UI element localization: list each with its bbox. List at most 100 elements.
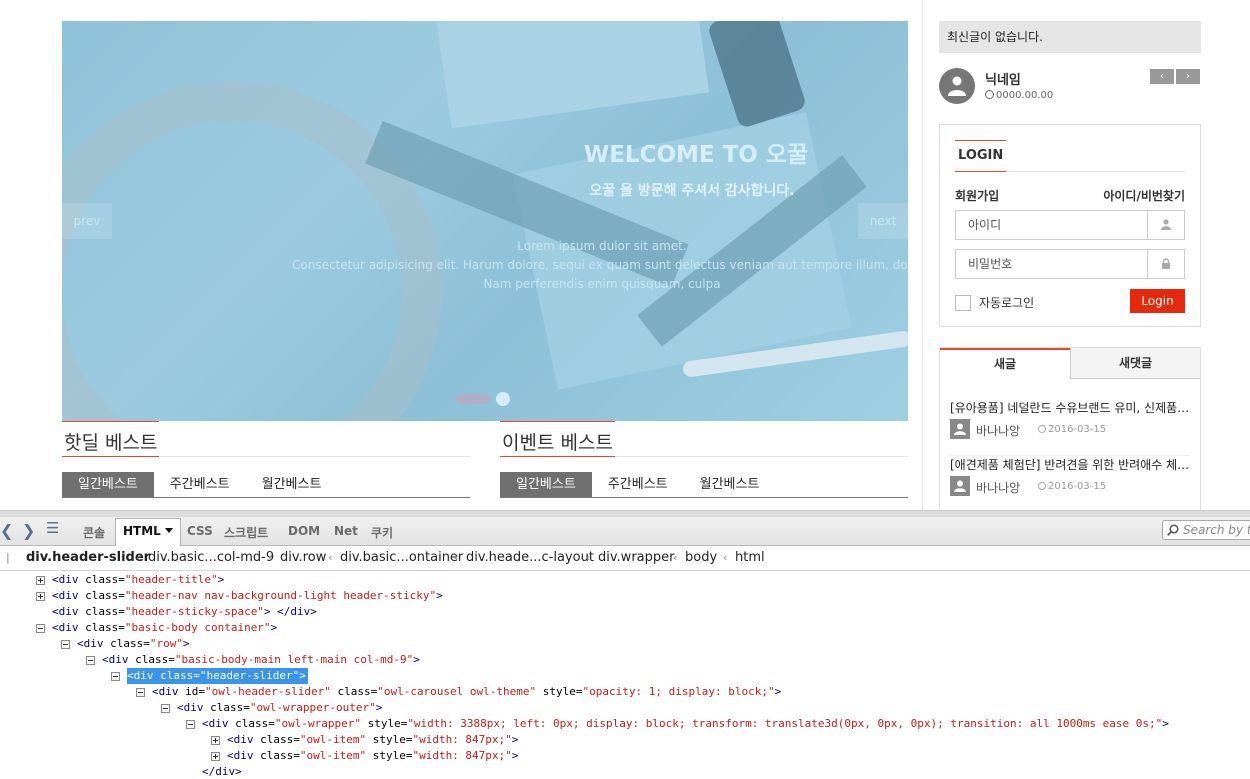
tab-daily-best[interactable]: 일간베스트 bbox=[500, 472, 592, 497]
tab-html[interactable]: HTML bbox=[115, 518, 181, 547]
attr-name: class= bbox=[78, 621, 125, 634]
attr-value: "basic-body-main left-main col-md-9" bbox=[174, 653, 414, 666]
header-slider[interactable]: WELCOME TO 오꿀 오꿀 을 방문해 주셔서 감사합니다. Lorem … bbox=[62, 21, 908, 421]
slide-background-shape bbox=[706, 21, 808, 130]
find-account-link[interactable]: 아이디/비번찾기 bbox=[1103, 187, 1185, 204]
breadcrumb-item[interactable]: div.header-slider bbox=[26, 546, 150, 570]
tree-node-markup[interactable]: <div class="header-sticky-space"> </div> bbox=[52, 604, 319, 620]
tab-css[interactable]: CSS bbox=[187, 524, 213, 538]
slider-prev-button[interactable]: prev bbox=[62, 203, 112, 239]
tree-node[interactable]: </div> bbox=[0, 764, 1250, 779]
password-field[interactable]: 비밀번호 bbox=[955, 249, 1185, 279]
tree-node-markup[interactable]: <div class="owl-item" style="width: 847p… bbox=[227, 748, 520, 764]
slider-dot-active[interactable] bbox=[496, 392, 510, 406]
tree-node-markup[interactable]: <div class="owl-item" style="width: 847p… bbox=[227, 732, 520, 748]
attr-value: "width: 847px;" bbox=[412, 733, 512, 746]
collapse-icon[interactable] bbox=[136, 688, 145, 697]
expand-icon[interactable] bbox=[211, 736, 220, 745]
breadcrumb-item[interactable]: body bbox=[685, 546, 717, 570]
tree-node[interactable]: <div class="owl-wrapper-outer"> bbox=[0, 700, 1250, 716]
tab-new-comments[interactable]: 새댓글 bbox=[1070, 348, 1200, 379]
auto-login-checkbox[interactable] bbox=[955, 295, 971, 311]
tab-dom[interactable]: DOM bbox=[288, 524, 320, 538]
step-into-icon[interactable]: ☰ bbox=[46, 519, 59, 537]
devtools-splitter[interactable] bbox=[0, 511, 1250, 517]
username-field[interactable]: 아이디 bbox=[955, 210, 1185, 240]
tree-node-markup[interactable]: <div class="basic-body-main left-main co… bbox=[102, 652, 422, 668]
section-title: 이벤트 베스트 bbox=[500, 421, 615, 457]
post-title[interactable]: [애견제품 체험단] 반려견을 위한 반려애수 체험단 모집 bbox=[950, 456, 1190, 473]
tree-node[interactable]: <div id="owl-header-slider" class="owl-c… bbox=[0, 684, 1250, 700]
profile-next-button[interactable]: › bbox=[1176, 69, 1200, 84]
tree-node-markup[interactable]: <div class="owl-wrapper" style="width: 3… bbox=[202, 716, 1171, 732]
collapse-icon[interactable] bbox=[36, 624, 45, 633]
attr-name: style= bbox=[536, 685, 583, 698]
expand-icon[interactable] bbox=[211, 752, 220, 761]
breadcrumb-item[interactable]: html bbox=[735, 546, 765, 570]
tree-node[interactable]: <div class="owl-item" style="width: 847p… bbox=[0, 732, 1250, 748]
profile-date: 0000.00.00 bbox=[985, 90, 1053, 101]
tree-node[interactable]: <div class="header-nav nav-background-li… bbox=[0, 588, 1250, 604]
login-button[interactable]: Login bbox=[1130, 289, 1185, 313]
profile-widget: 닉네임 0000.00.00 ‹ › bbox=[939, 67, 1201, 107]
tab-weekly-best[interactable]: 주간베스트 bbox=[592, 472, 684, 497]
collapse-icon[interactable] bbox=[61, 640, 70, 649]
slider-next-button[interactable]: next bbox=[858, 203, 908, 239]
tree-node-markup[interactable]: <div class="row"> bbox=[77, 636, 192, 652]
breadcrumb-separator: ‹ bbox=[268, 551, 273, 564]
breadcrumb-item[interactable]: div.wrapper bbox=[598, 546, 674, 570]
slider-dot[interactable] bbox=[456, 394, 490, 404]
tree-node[interactable]: <div class="owl-item" style="width: 847p… bbox=[0, 748, 1250, 764]
tree-node[interactable]: <div class="header-slider"> bbox=[0, 668, 1250, 684]
tree-node-markup[interactable]: <div class="owl-wrapper-outer"> bbox=[177, 700, 384, 716]
tree-node[interactable]: <div class="owl-wrapper" style="width: 3… bbox=[0, 716, 1250, 732]
post-date: 2016-03-15 bbox=[1038, 424, 1106, 435]
attr-value: "header-sticky-space" bbox=[124, 605, 264, 618]
expand-icon[interactable] bbox=[36, 576, 45, 585]
list-item[interactable]: [유아용품] 네덜란드 수유브랜드 유미, 신제품 출시 바나나앙 2016-0… bbox=[950, 399, 1190, 456]
auto-login-option[interactable]: 자동로그인 bbox=[955, 294, 1034, 311]
post-title[interactable]: [유아용품] 네덜란드 수유브랜드 유미, 신제품 출시 bbox=[950, 399, 1190, 416]
tree-node[interactable]: <div class="basic-body-main left-main co… bbox=[0, 652, 1250, 668]
list-item[interactable]: [애견제품 체험단] 반려견을 위한 반려애수 체험단 모집 바나나앙 2016… bbox=[950, 456, 1190, 510]
expand-icon[interactable] bbox=[36, 592, 45, 601]
tree-node-markup[interactable]: <div class="header-slider"> bbox=[127, 668, 308, 684]
collapse-icon[interactable] bbox=[186, 720, 195, 729]
signup-link[interactable]: 회원가입 bbox=[955, 189, 999, 203]
tree-node-markup[interactable]: <div id="owl-header-slider" class="owl-c… bbox=[152, 684, 783, 700]
forward-icon[interactable]: ❯ bbox=[22, 521, 35, 540]
tab-script[interactable]: 스크립트 bbox=[224, 524, 268, 541]
tab-cookies[interactable]: 쿠키 bbox=[371, 524, 393, 541]
breadcrumb-separator: ‹ bbox=[454, 551, 459, 564]
collapse-icon[interactable] bbox=[86, 656, 95, 665]
tree-node[interactable]: <div class="row"> bbox=[0, 636, 1250, 652]
collapse-icon[interactable] bbox=[111, 672, 120, 681]
chevron-down-icon[interactable] bbox=[164, 528, 173, 533]
tag-end: > bbox=[299, 669, 306, 682]
breadcrumb-item[interactable]: div.basic...col-md-9 bbox=[148, 546, 274, 570]
tree-node[interactable]: <div class="basic-body container"> bbox=[0, 620, 1250, 636]
password-placeholder: 비밀번호 bbox=[968, 257, 1013, 271]
collapse-icon[interactable] bbox=[161, 704, 170, 713]
tab-daily-best[interactable]: 일간베스트 bbox=[62, 472, 154, 497]
tab-monthly-best[interactable]: 월간베스트 bbox=[246, 472, 338, 497]
tree-node-markup[interactable]: <div class="basic-body container"> bbox=[52, 620, 279, 636]
tree-node[interactable]: <div class="header-title"> bbox=[0, 572, 1250, 588]
breadcrumb-item[interactable]: div.heade...c-layout bbox=[466, 546, 594, 570]
tree-node[interactable]: <div class="header-sticky-space"> </div> bbox=[0, 604, 1250, 620]
tree-node-markup[interactable]: <div class="header-nav nav-background-li… bbox=[52, 588, 445, 604]
tree-node-markup[interactable]: </div> bbox=[202, 764, 244, 779]
search-input[interactable]: Search by text bbox=[1162, 520, 1250, 540]
profile-prev-button[interactable]: ‹ bbox=[1150, 69, 1174, 84]
tab-weekly-best[interactable]: 주간베스트 bbox=[154, 472, 246, 497]
tab-console[interactable]: 콘솔 bbox=[83, 524, 105, 541]
tab-net[interactable]: Net bbox=[334, 524, 358, 538]
back-icon[interactable]: ❮ bbox=[0, 521, 13, 540]
tab-new-posts[interactable]: 새글 bbox=[940, 348, 1070, 379]
breadcrumb-item[interactable]: div.row bbox=[280, 546, 326, 570]
breadcrumb-item[interactable]: div.basic...ontainer bbox=[340, 546, 463, 570]
user-icon bbox=[954, 480, 966, 492]
attr-value: "header-title" bbox=[124, 573, 218, 586]
tree-node-markup[interactable]: <div class="header-title"> bbox=[52, 572, 226, 588]
tab-monthly-best[interactable]: 월간베스트 bbox=[684, 472, 776, 497]
